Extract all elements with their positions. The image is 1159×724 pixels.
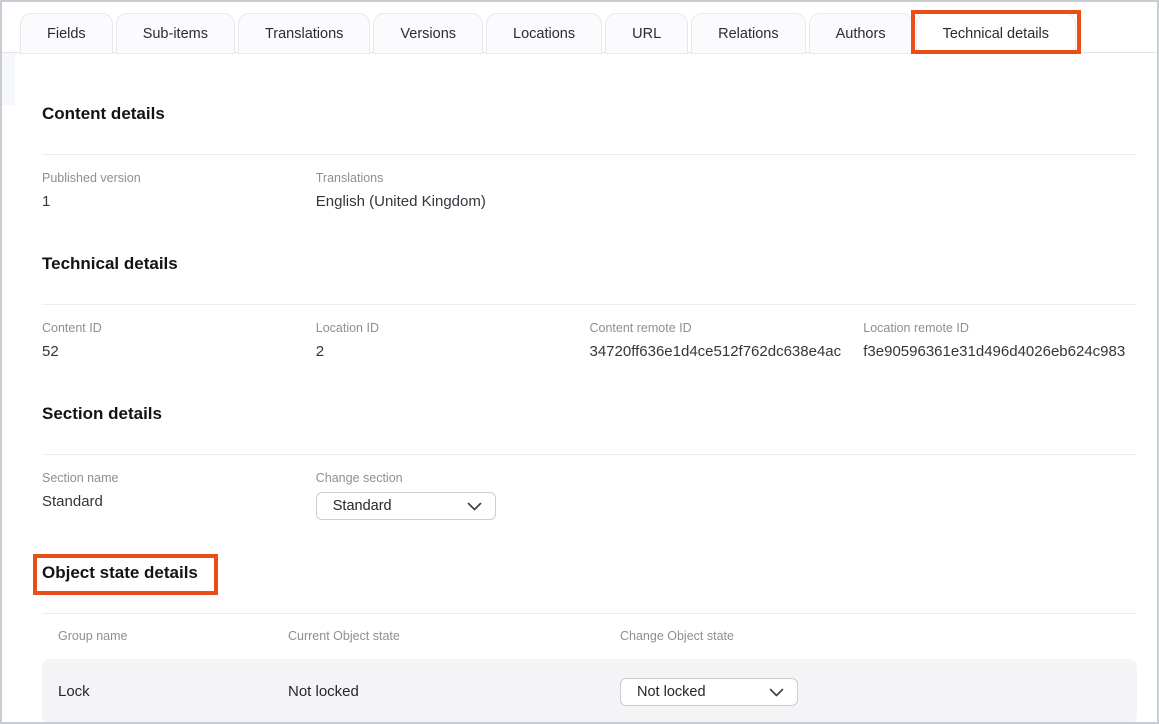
object-state-table: Group name Current Object state Change O…: [42, 630, 1137, 724]
table-row: Lock Not locked Not locked: [42, 659, 1137, 724]
tab-label: Sub-items: [143, 26, 208, 42]
field-value: English (United Kingdom): [316, 192, 590, 211]
section-title: Content details: [42, 105, 165, 122]
tab-sub-items[interactable]: Sub-items: [116, 13, 235, 54]
section-title: Object state details: [42, 564, 198, 581]
tab-locations[interactable]: Locations: [486, 13, 602, 54]
section-section-details: Section details Section name Standard Ch…: [42, 405, 1137, 520]
section-title: Section details: [42, 405, 162, 422]
tab-translations[interactable]: Translations: [238, 13, 370, 54]
column-header-current-object-state: Current Object state: [288, 630, 620, 643]
technical-details-fields: Content ID 52 Location ID 2 Content remo…: [42, 322, 1137, 361]
field-label: Content ID: [42, 322, 316, 335]
tab-label: Translations: [265, 26, 343, 42]
tab-authors[interactable]: Authors: [809, 13, 913, 54]
current-object-state-cell: Not locked: [288, 683, 620, 700]
group-name-cell: Lock: [58, 683, 288, 700]
field-content-id: Content ID 52: [42, 322, 316, 361]
change-object-state-cell: Not locked: [620, 677, 1137, 706]
field-content-remote-id: Content remote ID 34720ff636e1d4ce512f76…: [590, 322, 864, 361]
tab-label: Locations: [513, 26, 575, 42]
field-label: Location ID: [316, 322, 590, 335]
section-content-details: Content details Published version 1 Tran…: [42, 105, 1137, 211]
tab-url[interactable]: URL: [605, 13, 688, 54]
section-object-state-details: Object state details Group name Current …: [42, 564, 1137, 724]
tab-content: Content details Published version 1 Tran…: [2, 105, 1157, 724]
selected-option-label: Standard: [333, 498, 392, 514]
section-divider: [42, 454, 1137, 455]
tab-label: Versions: [400, 26, 456, 42]
chevron-down-icon: [769, 688, 784, 697]
field-value: 2: [316, 342, 590, 361]
change-object-state-select[interactable]: Not locked: [620, 678, 798, 706]
tab-relations[interactable]: Relations: [691, 13, 805, 54]
tab-bar: Fields Sub-items Translations Versions L…: [2, 2, 1157, 53]
column-header-group-name: Group name: [58, 630, 288, 643]
section-title: Technical details: [42, 255, 178, 272]
section-details-fields: Section name Standard Change section Sta…: [42, 472, 1137, 520]
column-header-change-object-state: Change Object state: [620, 630, 1137, 643]
technical-details-page: Fields Sub-items Translations Versions L…: [0, 0, 1159, 724]
field-label: Translations: [316, 172, 590, 185]
field-label: Content remote ID: [590, 322, 864, 335]
field-label: Location remote ID: [863, 322, 1137, 335]
change-section-select[interactable]: Standard: [316, 492, 496, 520]
field-value: Standard: [42, 492, 316, 511]
content-details-fields: Published version 1 Translations English…: [42, 172, 1137, 211]
tab-technical-details[interactable]: Technical details: [916, 13, 1076, 54]
section-divider: [42, 613, 1137, 614]
section-divider: [42, 154, 1137, 155]
field-label: Change section: [316, 472, 590, 485]
tab-label: Relations: [718, 26, 778, 42]
field-location-remote-id: Location remote ID f3e90596361e31d496d40…: [863, 322, 1137, 361]
tab-label: Technical details: [943, 26, 1049, 42]
tab-label: URL: [632, 26, 661, 42]
tab-versions[interactable]: Versions: [373, 13, 483, 54]
field-label: Published version: [42, 172, 316, 185]
tab-label: Authors: [836, 26, 886, 42]
chevron-down-icon: [467, 502, 482, 511]
section-title-text: Object state details: [42, 563, 198, 582]
table-header-row: Group name Current Object state Change O…: [42, 630, 1137, 643]
field-value: f3e90596361e31d496d4026eb624c983: [863, 342, 1137, 361]
field-value: 1: [42, 192, 316, 211]
tab-fields[interactable]: Fields: [20, 13, 113, 54]
field-published-version: Published version 1: [42, 172, 316, 211]
section-technical-details: Technical details Content ID 52 Location…: [42, 255, 1137, 361]
field-value: 34720ff636e1d4ce512f762dc638e4ac: [590, 342, 864, 361]
field-change-section: Change section Standard: [316, 472, 590, 520]
section-divider: [42, 304, 1137, 305]
field-translations: Translations English (United Kingdom): [316, 172, 590, 211]
selected-option-label: Not locked: [637, 684, 706, 700]
tab-label: Fields: [47, 26, 86, 42]
field-label: Section name: [42, 472, 316, 485]
field-section-name: Section name Standard: [42, 472, 316, 520]
field-location-id: Location ID 2: [316, 322, 590, 361]
field-value: 52: [42, 342, 316, 361]
